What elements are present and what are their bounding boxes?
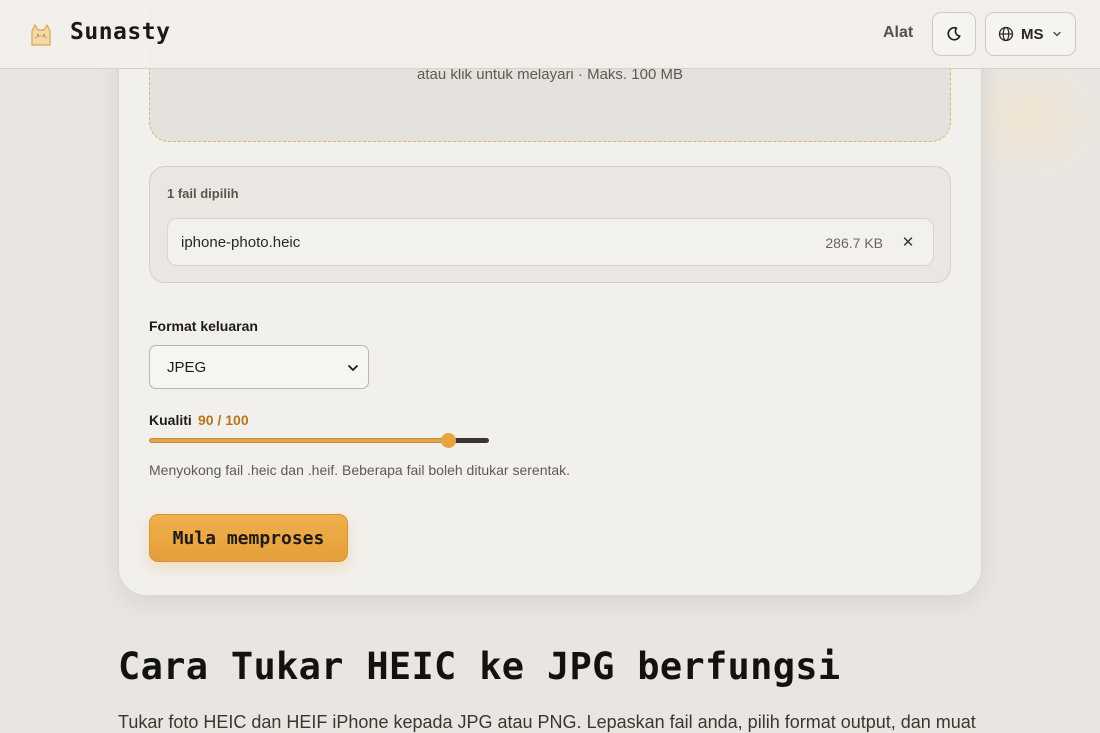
close-icon[interactable]: ✕ (899, 233, 917, 251)
quality-value: 90 / 100 (198, 412, 249, 428)
chevron-down-icon (1052, 31, 1061, 37)
language-code: MS (1021, 25, 1044, 43)
selected-files-panel: 1 fail dipilih iphone-photo.heic 286.7 K… (149, 166, 951, 283)
moon-icon (947, 26, 961, 41)
cat-logo[interactable] (26, 19, 56, 49)
section-heading: Cara Tukar HEIC ke JPG berfungsi (118, 645, 841, 688)
brand-name[interactable]: Sunasty (70, 19, 170, 45)
globe-icon (998, 26, 1014, 42)
help-text: Menyokong fail .heic dan .heif. Beberapa… (149, 462, 571, 478)
quality-label: Kualiti (149, 412, 192, 428)
site-header: Sunasty Alat MS (0, 0, 1100, 69)
format-selected-value: JPEG (167, 359, 207, 376)
theme-toggle-button[interactable] (932, 12, 976, 56)
format-label: Format keluaran (149, 318, 258, 334)
nav-tools-link[interactable]: Alat (883, 24, 913, 42)
file-size: 286.7 KB (825, 235, 883, 251)
format-select[interactable]: JPEG (149, 345, 369, 389)
slider-thumb[interactable] (441, 433, 456, 448)
section-body: Tukar foto HEIC dan HEIF iPhone kepada J… (118, 712, 976, 732)
slider-fill (149, 438, 449, 443)
start-processing-button[interactable]: Mula memproses (149, 514, 348, 562)
file-item: iphone-photo.heic 286.7 KB ✕ (167, 218, 934, 266)
file-name: iphone-photo.heic (181, 234, 301, 251)
language-selector[interactable]: MS (985, 12, 1076, 56)
quality-slider[interactable] (149, 431, 489, 451)
chevron-down-icon (348, 365, 358, 371)
files-count-label: 1 fail dipilih (167, 186, 239, 201)
